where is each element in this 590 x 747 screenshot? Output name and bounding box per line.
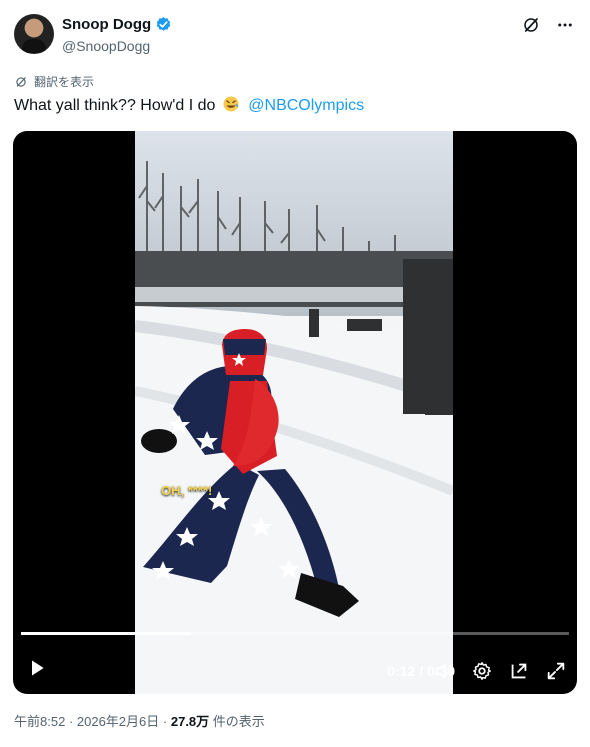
- tweet-footer: 午前8:52 · 2026年2月6日 · 27.8万 件の表示: [14, 711, 265, 730]
- video-player[interactable]: OH, ****! 0:12 / 0:39: [13, 131, 577, 694]
- translate-label: 翻訳を表示: [34, 75, 95, 89]
- rolling-laughing-emoji-icon: [223, 96, 239, 112]
- views-count: 27.8万: [170, 714, 210, 729]
- more-options-icon[interactable]: [554, 14, 576, 36]
- author-avatar[interactable]: [14, 14, 54, 54]
- post-date[interactable]: 2026年2月6日: [77, 714, 159, 729]
- tweet-body-text: What yall think?? How'd I do: [14, 97, 216, 114]
- video-progress-fill: [21, 632, 191, 635]
- tweet-header: Snoop Dogg @SnoopDogg: [14, 10, 576, 62]
- grok-icon[interactable]: [520, 14, 542, 36]
- mention-link[interactable]: @NBCOlympics: [248, 97, 364, 114]
- tweet-top-actions: [520, 14, 576, 36]
- translate-icon: [16, 76, 26, 87]
- footer-separator-2: ·: [162, 714, 171, 729]
- translate-link[interactable]: 翻訳を表示: [14, 73, 94, 90]
- author-handle[interactable]: @SnoopDogg: [62, 38, 150, 54]
- video-thumbnail-image: [135, 131, 453, 694]
- post-time[interactable]: 午前8:52: [14, 714, 65, 729]
- verified-badge-icon: [156, 17, 171, 31]
- video-progress-bar[interactable]: [21, 632, 569, 635]
- views-label: 件の表示: [212, 714, 265, 729]
- volume-icon[interactable]: [433, 660, 455, 682]
- footer-separator-1: ·: [68, 714, 77, 729]
- video-frame[interactable]: [135, 131, 453, 694]
- author-display-name[interactable]: Snoop Dogg: [62, 16, 151, 33]
- video-caption: OH, ****!: [161, 483, 213, 498]
- play-icon[interactable]: [27, 658, 47, 678]
- author-name-row: Snoop Dogg: [62, 16, 172, 33]
- fullscreen-icon[interactable]: [545, 660, 567, 682]
- video-controls: 0:12 / 0:39: [13, 632, 577, 694]
- picture-in-picture-icon[interactable]: [508, 660, 530, 682]
- settings-gear-icon[interactable]: [471, 660, 493, 682]
- tweet-text: What yall think?? How'd I do @NBCOlympic…: [14, 95, 364, 117]
